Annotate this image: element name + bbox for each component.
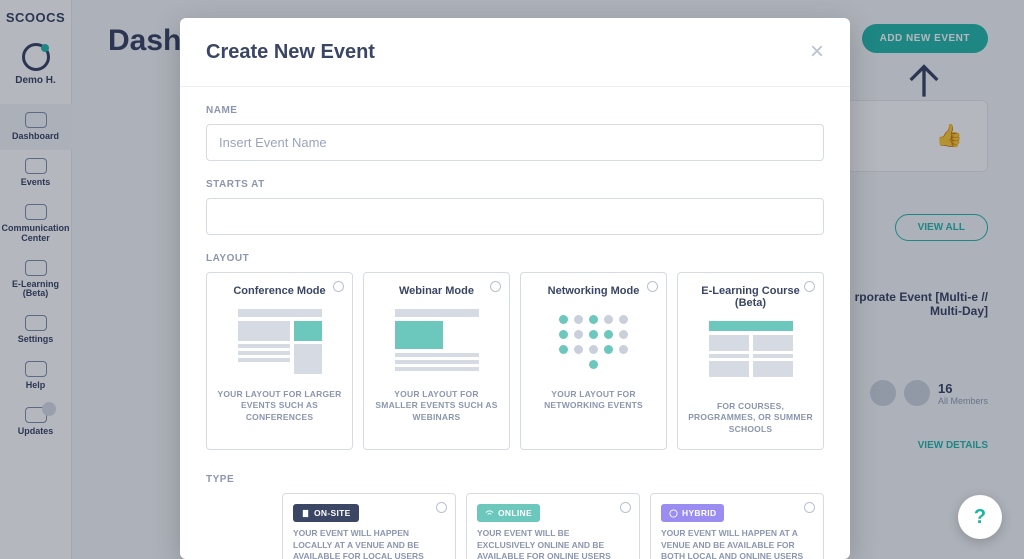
type-hybrid[interactable]: HYBRID YOUR EVENT WILL HAPPEN AT A VENUE… xyxy=(650,493,824,559)
layout-title: Conference Mode xyxy=(217,285,342,297)
layout-desc: YOUR LAYOUT FOR SMALLER EVENTS SUCH AS W… xyxy=(374,389,499,423)
type-desc: YOUR EVENT WILL BE EXCLUSIVELY ONLINE AN… xyxy=(477,528,629,559)
conference-thumb-icon xyxy=(238,309,322,375)
radio-icon xyxy=(647,281,658,292)
event-name-input[interactable] xyxy=(206,124,824,161)
layout-networking[interactable]: Networking Mode YOUR LAYOUT FOR NETWORKI… xyxy=(520,272,667,450)
hybrid-pill: HYBRID xyxy=(661,504,724,522)
online-pill: ONLINE xyxy=(477,504,540,522)
radio-icon xyxy=(490,281,501,292)
layout-elearning[interactable]: E-Learning Course (Beta) FOR COURSES, PR… xyxy=(677,272,824,450)
type-label: TYPE xyxy=(206,474,824,485)
starts-at-input[interactable] xyxy=(206,198,824,235)
type-desc: YOUR EVENT WILL HAPPEN LOCALLY AT A VENU… xyxy=(293,528,445,559)
starts-at-label: STARTS AT xyxy=(206,179,824,190)
radio-icon xyxy=(436,502,447,513)
type-desc: YOUR EVENT WILL HAPPEN AT A VENUE AND BE… xyxy=(661,528,813,559)
layout-title: Networking Mode xyxy=(531,285,656,297)
radio-icon xyxy=(333,281,344,292)
webinar-thumb-icon xyxy=(395,309,479,375)
radio-icon xyxy=(804,281,815,292)
layout-desc: YOUR LAYOUT FOR NETWORKING EVENTS xyxy=(531,389,656,412)
layout-desc: FOR COURSES, PROGRAMMES, OR SUMMER SCHOO… xyxy=(688,401,813,435)
name-label: NAME xyxy=(206,105,824,116)
type-options: ON-SITE YOUR EVENT WILL HAPPEN LOCALLY A… xyxy=(206,493,824,559)
create-event-modal: Create New Event × NAME STARTS AT LAYOUT… xyxy=(180,18,850,559)
modal-header: Create New Event × xyxy=(180,18,850,87)
layout-label: LAYOUT xyxy=(206,253,824,264)
close-icon[interactable]: × xyxy=(810,38,824,66)
modal-title: Create New Event xyxy=(206,41,375,64)
layout-conference[interactable]: Conference Mode YOUR LAYOUT FOR LARGER E… xyxy=(206,272,353,450)
globe-icon xyxy=(669,509,678,518)
layout-webinar[interactable]: Webinar Mode YOUR LAYOUT FOR SMALLER EVE… xyxy=(363,272,510,450)
help-fab-button[interactable]: ? xyxy=(958,495,1002,539)
layout-desc: YOUR LAYOUT FOR LARGER EVENTS SUCH AS CO… xyxy=(217,389,342,423)
radio-icon xyxy=(620,502,631,513)
building-icon xyxy=(301,509,310,518)
layout-title: E-Learning Course (Beta) xyxy=(688,285,813,309)
elearning-thumb-icon xyxy=(709,321,793,387)
modal-body: NAME STARTS AT LAYOUT Conference Mode YO… xyxy=(180,87,850,559)
type-online[interactable]: ONLINE YOUR EVENT WILL BE EXCLUSIVELY ON… xyxy=(466,493,640,559)
wifi-icon xyxy=(485,509,494,518)
radio-icon xyxy=(804,502,815,513)
layout-title: Webinar Mode xyxy=(374,285,499,297)
type-onsite[interactable]: ON-SITE YOUR EVENT WILL HAPPEN LOCALLY A… xyxy=(282,493,456,559)
layout-options: Conference Mode YOUR LAYOUT FOR LARGER E… xyxy=(206,272,824,450)
onsite-pill: ON-SITE xyxy=(293,504,359,522)
networking-thumb-icon xyxy=(552,309,636,375)
